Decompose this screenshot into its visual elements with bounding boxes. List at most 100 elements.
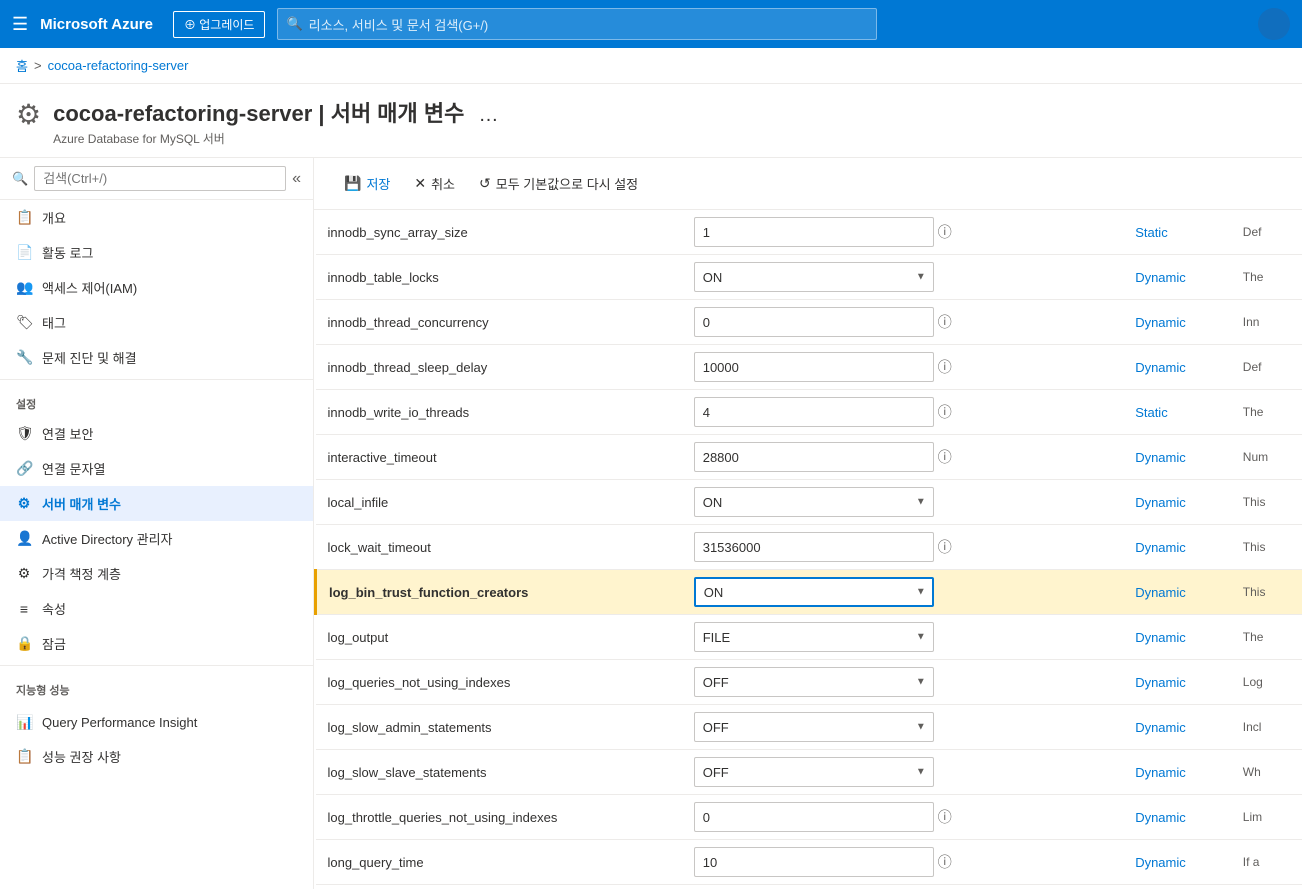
sidebar-item-connection-string[interactable]: 🔗 연결 문자열	[0, 451, 313, 486]
param-type: Dynamic	[1123, 300, 1231, 345]
upgrade-button[interactable]: ⊕ 업그레이드	[173, 11, 266, 38]
param-value-input[interactable]	[694, 442, 934, 472]
param-value-input[interactable]	[694, 307, 934, 337]
user-avatar[interactable]	[1258, 8, 1290, 40]
page-title-area: cocoa-refactoring-server | 서버 매개 변수 … Az…	[53, 96, 498, 147]
param-description: Wh	[1231, 750, 1302, 795]
table-row: log_throttle_queries_not_using_indexesⓘD…	[316, 795, 1302, 840]
sidebar-item-perf-recs[interactable]: 📋 성능 권장 사항	[0, 739, 313, 774]
save-icon: 💾	[344, 175, 361, 192]
param-description: This	[1231, 570, 1302, 615]
param-description: This	[1231, 525, 1302, 570]
sidebar-item-properties[interactable]: ≡ 속성	[0, 591, 313, 626]
param-value-input[interactable]	[694, 847, 934, 877]
sidebar-item-locks[interactable]: 🔒 잠금	[0, 626, 313, 661]
sidebar-item-label: 잠금	[42, 634, 66, 653]
table-row: log_slow_admin_statementsONOFF▼DynamicIn…	[316, 705, 1302, 750]
param-type: Static	[1123, 885, 1231, 889]
sidebar-item-connection-security[interactable]: 🛡 연결 보안	[0, 416, 313, 451]
param-info-icon[interactable]: ⓘ	[938, 404, 952, 420]
hamburger-menu[interactable]: ☰	[12, 14, 28, 35]
parameters-table-container: innodb_sync_array_sizeⓘStaticDefinnodb_t…	[314, 210, 1302, 889]
param-value-select[interactable]: ONOFF	[694, 262, 934, 292]
sidebar-collapse-button[interactable]: «	[292, 170, 301, 188]
sidebar-item-label: Active Directory 관리자	[42, 529, 173, 548]
param-description: Incl	[1231, 705, 1302, 750]
main-layout: 🔍 « 📋 개요 📄 활동 로그 👥 액세스 제어(IAM) 🏷 태그 🔧 문제…	[0, 158, 1302, 889]
param-value-select[interactable]: ONOFF	[694, 667, 934, 697]
param-type: Dynamic	[1123, 570, 1231, 615]
sidebar-item-activity-log[interactable]: 📄 활동 로그	[0, 235, 313, 270]
sidebar-item-label: 속성	[42, 599, 66, 618]
param-info-icon[interactable]: ⓘ	[938, 314, 952, 330]
param-name: local_infile	[316, 480, 682, 525]
param-value-select[interactable]: ONOFF	[694, 757, 934, 787]
sidebar-item-label: Query Performance Insight	[42, 715, 197, 730]
param-type: Dynamic	[1123, 840, 1231, 885]
param-name: log_bin_trust_function_creators	[316, 570, 682, 615]
param-value-select[interactable]: ONOFF	[694, 577, 934, 607]
top-navigation: ☰ Microsoft Azure ⊕ 업그레이드 🔍 리소스, 서비스 및 문…	[0, 0, 1302, 48]
table-row: innodb_sync_array_sizeⓘStaticDef	[316, 210, 1302, 255]
sidebar-item-label: 태그	[42, 313, 66, 332]
param-description: Log	[1231, 660, 1302, 705]
sidebar-item-label: 서버 매개 변수	[42, 494, 121, 513]
param-value-input[interactable]	[694, 532, 934, 562]
param-value-select[interactable]: ONOFF	[694, 487, 934, 517]
param-type: Dynamic	[1123, 705, 1231, 750]
tags-icon: 🏷	[16, 314, 32, 331]
param-value-select[interactable]: ONOFF	[694, 712, 934, 742]
param-info-icon[interactable]: ⓘ	[938, 449, 952, 465]
cancel-button[interactable]: ✕ 취소	[404, 168, 465, 199]
table-row: log_queries_not_using_indexesONOFF▼Dynam…	[316, 660, 1302, 705]
param-value-input[interactable]	[694, 397, 934, 427]
param-value-input[interactable]	[694, 352, 934, 382]
table-row: innodb_thread_sleep_delayⓘDynamicDef	[316, 345, 1302, 390]
save-button[interactable]: 💾 저장	[334, 168, 400, 199]
intelligent-section-label: 지능형 성능	[0, 670, 313, 702]
sidebar-item-label: 성능 권장 사항	[42, 747, 121, 766]
diagnose-icon: 🔧	[16, 349, 32, 366]
sidebar-item-diagnose[interactable]: 🔧 문제 진단 및 해결	[0, 340, 313, 375]
properties-icon: ≡	[16, 601, 32, 617]
param-info-icon[interactable]: ⓘ	[938, 224, 952, 240]
page-title: cocoa-refactoring-server | 서버 매개 변수 …	[53, 96, 498, 128]
param-value-input[interactable]	[694, 217, 934, 247]
breadcrumb-separator: >	[34, 58, 42, 73]
param-info-icon[interactable]: ⓘ	[938, 359, 952, 375]
toolbar: 💾 저장 ✕ 취소 ↺ 모두 기본값으로 다시 설정	[314, 158, 1302, 210]
param-description: This	[1231, 480, 1302, 525]
param-info-icon[interactable]: ⓘ	[938, 809, 952, 825]
param-info-icon[interactable]: ⓘ	[938, 854, 952, 870]
sidebar-search-icon: 🔍	[12, 171, 28, 187]
param-description: The	[1231, 390, 1302, 435]
reset-button[interactable]: ↺ 모두 기본값으로 다시 설정	[469, 168, 648, 199]
sidebar-item-iam[interactable]: 👥 액세스 제어(IAM)	[0, 270, 313, 305]
param-value-input[interactable]	[694, 802, 934, 832]
more-options-button[interactable]: …	[479, 104, 499, 127]
overview-icon: 📋	[16, 209, 32, 226]
breadcrumb-home[interactable]: 홈	[16, 56, 28, 75]
param-value-select[interactable]: FILETABLENONE	[694, 622, 934, 652]
sidebar-item-label: 가격 책정 계층	[42, 564, 121, 583]
param-info-icon[interactable]: ⓘ	[938, 539, 952, 555]
sidebar-item-tags[interactable]: 🏷 태그	[0, 305, 313, 340]
param-type: Dynamic	[1123, 435, 1231, 480]
sidebar-item-pricing[interactable]: ⚙ 가격 책정 계층	[0, 556, 313, 591]
sidebar-item-label: 개요	[42, 208, 66, 227]
param-name: innodb_table_locks	[316, 255, 682, 300]
param-name: innodb_thread_concurrency	[316, 300, 682, 345]
global-search-bar[interactable]: 🔍 리소스, 서비스 및 문서 검색(G+/)	[277, 8, 877, 40]
param-type: Dynamic	[1123, 795, 1231, 840]
sidebar-item-active-directory[interactable]: 👤 Active Directory 관리자	[0, 521, 313, 556]
param-name: log_output	[316, 615, 682, 660]
param-name: log_queries_not_using_indexes	[316, 660, 682, 705]
sidebar-search-input[interactable]	[34, 166, 286, 191]
breadcrumb-server[interactable]: cocoa-refactoring-server	[48, 58, 189, 73]
reset-icon: ↺	[479, 175, 491, 192]
sidebar-item-overview[interactable]: 📋 개요	[0, 200, 313, 235]
table-row: log_outputFILETABLENONE▼DynamicThe	[316, 615, 1302, 660]
query-perf-icon: 📊	[16, 714, 32, 731]
sidebar-item-server-params[interactable]: ⚙ 서버 매개 변수	[0, 486, 313, 521]
sidebar-item-query-perf[interactable]: 📊 Query Performance Insight	[0, 706, 313, 739]
